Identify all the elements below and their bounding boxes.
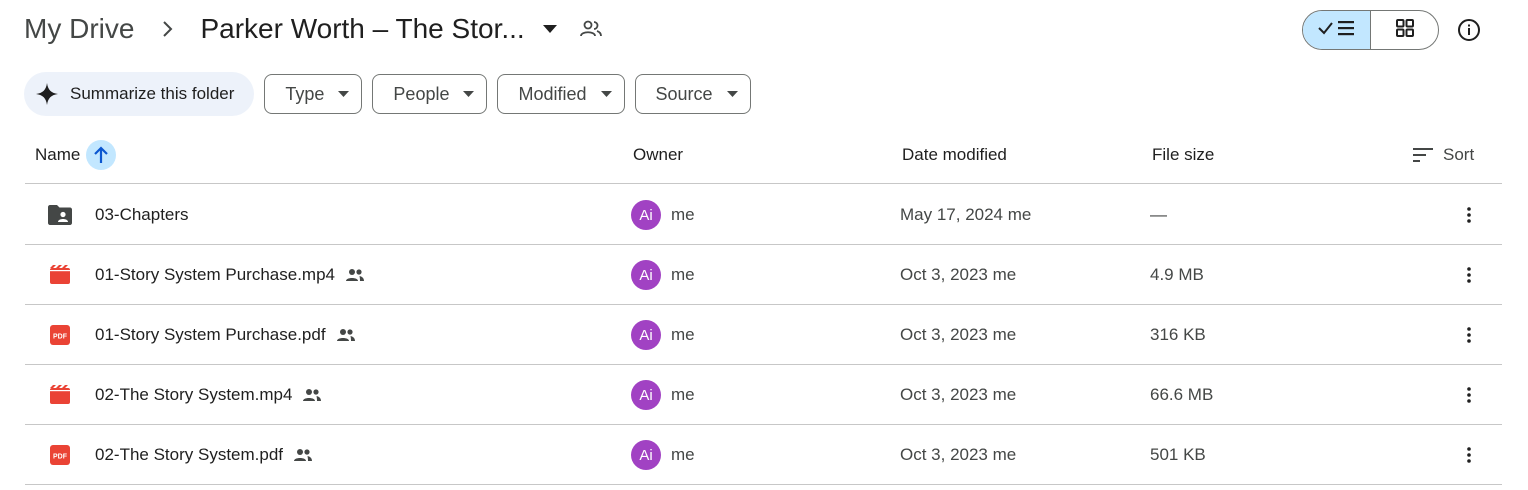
video-file-icon (45, 245, 75, 305)
breadcrumb-my-drive[interactable]: My Drive (24, 13, 134, 45)
file-size: 66.6 MB (1150, 385, 1214, 404)
file-size: 316 KB (1150, 325, 1206, 344)
more-vert-icon[interactable] (1454, 320, 1484, 350)
view-toggle (1302, 10, 1439, 50)
sort-icon (1413, 148, 1433, 162)
column-name-label: Name (35, 145, 81, 164)
video-file-icon (45, 365, 75, 425)
list-view-button[interactable] (1303, 11, 1371, 49)
file-name[interactable]: 01-Story System Purchase.pdf (95, 325, 326, 345)
arrow-drop-down-icon[interactable] (542, 25, 557, 33)
table-row[interactable]: 02-The Story System.mp4 Ai me Oct 3, 2023 m… (25, 365, 1502, 425)
svg-text:PDF: PDF (53, 454, 68, 461)
owner-name: me (671, 385, 695, 404)
arrow-up-icon[interactable] (86, 140, 117, 170)
file-size: 4.9 MB (1150, 265, 1204, 284)
table-row[interactable]: PDF 01-Story System Purchase.pdf Ai me Oct 3… (25, 305, 1502, 365)
date-modified: Oct 3, 2023 me (900, 445, 1017, 464)
filter-modified[interactable]: Modified (497, 74, 625, 114)
date-modified: Oct 3, 2023 me (900, 325, 1017, 344)
file-size: — (1150, 205, 1167, 224)
avatar[interactable]: Ai (631, 320, 661, 350)
owner-name: me (671, 265, 695, 284)
column-owner[interactable]: Owner (633, 126, 683, 184)
column-date-label: Date modified (902, 145, 1007, 164)
filter-source-label: Source (655, 83, 713, 104)
table-row[interactable]: PDF 02-The Story System.pdf Ai me Oct 3, 202… (25, 425, 1502, 485)
avatar[interactable]: Ai (631, 440, 661, 470)
file-name[interactable]: 03-Chapters (95, 205, 189, 225)
sort-label: Sort (1443, 145, 1475, 164)
shared-folder-icon (45, 185, 75, 245)
summarize-label: Summarize this folder (70, 84, 235, 103)
info-icon[interactable] (1455, 16, 1483, 44)
sort-button[interactable]: Sort (1413, 126, 1474, 184)
shared-people-icon (336, 328, 356, 342)
column-name[interactable]: Name (35, 126, 117, 184)
avatar[interactable]: Ai (631, 380, 661, 410)
check-list-icon (1317, 18, 1357, 43)
table-row[interactable]: 03-Chapters Ai me May 17, 2024 me — (25, 185, 1502, 245)
date-modified: May 17, 2024 me (900, 205, 1032, 224)
filter-type-label: Type (285, 83, 325, 104)
grid-view-button[interactable] (1371, 11, 1438, 49)
svg-text:PDF: PDF (53, 334, 68, 341)
filter-people[interactable]: People (372, 74, 488, 114)
shared-people-icon (302, 388, 322, 402)
arrow-drop-down-icon (463, 91, 475, 97)
more-vert-icon[interactable] (1454, 260, 1484, 290)
more-vert-icon[interactable] (1454, 440, 1484, 470)
pdf-file-icon: PDF (45, 425, 75, 485)
more-vert-icon[interactable] (1454, 380, 1484, 410)
column-file-size[interactable]: File size (1152, 126, 1214, 184)
owner-name: me (671, 325, 695, 344)
column-owner-label: Owner (633, 145, 684, 164)
chevron-right-icon (162, 20, 174, 38)
avatar[interactable]: Ai (631, 260, 661, 290)
column-size-label: File size (1152, 145, 1215, 164)
shared-people-icon (345, 268, 365, 282)
sparkle-icon (36, 83, 58, 105)
people-outline-icon[interactable] (579, 20, 603, 38)
filter-type[interactable]: Type (264, 74, 363, 114)
filter-modified-label: Modified (518, 83, 587, 104)
table-header: Name Owner Date modified File size Sort (25, 126, 1502, 184)
filter-bar: Summarize this folder Type People Modifi… (24, 72, 751, 116)
date-modified: Oct 3, 2023 me (900, 265, 1017, 284)
more-vert-icon[interactable] (1454, 200, 1484, 230)
file-size: 501 KB (1150, 445, 1206, 464)
owner-name: me (671, 205, 695, 224)
file-name[interactable]: 02-The Story System.mp4 (95, 385, 292, 405)
arrow-drop-down-icon (600, 91, 612, 97)
file-name[interactable]: 01-Story System Purchase.mp4 (95, 265, 335, 285)
arrow-drop-down-icon (726, 91, 738, 97)
column-date-modified[interactable]: Date modified (902, 126, 1007, 184)
filter-source[interactable]: Source (634, 74, 751, 114)
grid-icon (1395, 18, 1414, 42)
summarize-folder-button[interactable]: Summarize this folder (24, 72, 255, 116)
owner-name: me (671, 445, 695, 464)
date-modified: Oct 3, 2023 me (900, 385, 1017, 404)
table-row[interactable]: 01-Story System Purchase.mp4 Ai me Oct 3, 2… (25, 245, 1502, 305)
pdf-file-icon: PDF (45, 305, 75, 365)
file-name[interactable]: 02-The Story System.pdf (95, 445, 283, 465)
filter-people-label: People (393, 83, 450, 104)
shared-people-icon (293, 448, 313, 462)
breadcrumb-current-folder[interactable]: Parker Worth – The Stor... (200, 13, 524, 45)
avatar[interactable]: Ai (631, 200, 661, 230)
arrow-drop-down-icon (338, 91, 350, 97)
